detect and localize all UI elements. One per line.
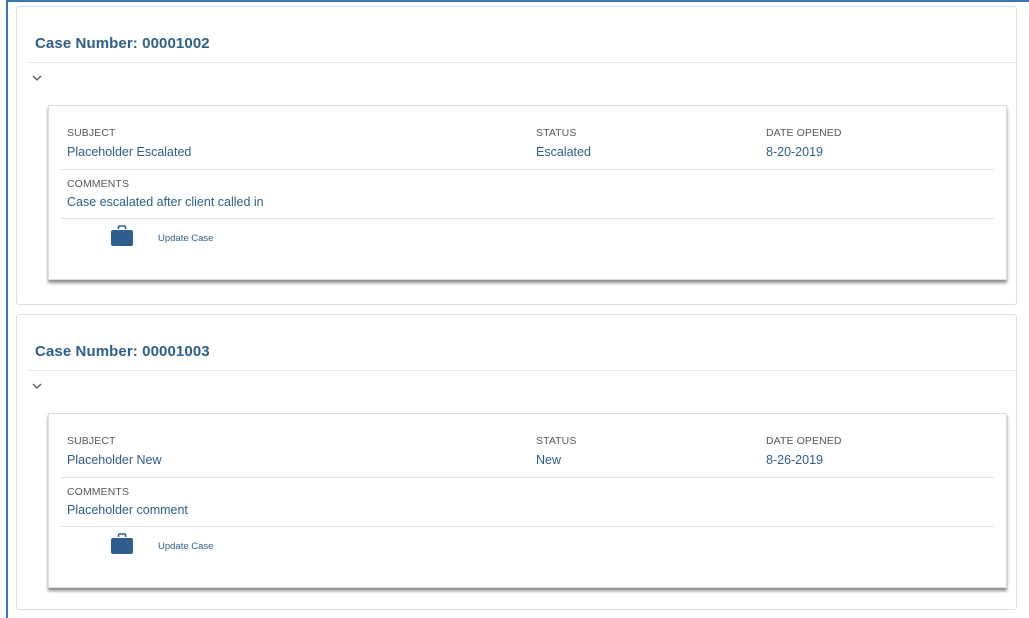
divider xyxy=(27,370,1016,371)
status-value: New xyxy=(536,453,562,467)
window-top-border xyxy=(6,0,1029,2)
date-opened-value: 8-26-2019 xyxy=(766,453,823,467)
case-panel: Case Number: 00001002 SUBJECT Placeholde… xyxy=(16,6,1017,305)
comments-value: Case escalated after client called in xyxy=(67,195,264,209)
chevron-down-icon[interactable] xyxy=(32,73,42,83)
chevron-down-icon[interactable] xyxy=(32,381,42,391)
case-panel: Case Number: 00001003 SUBJECT Placeholde… xyxy=(16,314,1017,610)
status-value: Escalated xyxy=(536,145,591,159)
window-left-border xyxy=(6,0,8,618)
briefcase-icon[interactable] xyxy=(110,533,134,555)
update-case-button[interactable]: Update Case xyxy=(158,233,213,244)
date-opened-value: 8-20-2019 xyxy=(766,145,823,159)
date-opened-label: DATE OPENED xyxy=(766,435,842,447)
briefcase-icon[interactable] xyxy=(110,225,134,247)
comments-value: Placeholder comment xyxy=(67,503,188,517)
comments-label: COMMENTS xyxy=(67,178,130,190)
divider xyxy=(27,62,1016,63)
subject-value: Placeholder New xyxy=(67,453,162,467)
divider xyxy=(61,218,994,219)
divider xyxy=(61,169,994,170)
case-detail-card: SUBJECT Placeholder Escalated STATUS Esc… xyxy=(48,105,1007,280)
subject-label: SUBJECT xyxy=(67,127,116,139)
divider xyxy=(61,526,994,527)
date-opened-label: DATE OPENED xyxy=(766,127,842,139)
subject-value: Placeholder Escalated xyxy=(67,145,192,159)
comments-label: COMMENTS xyxy=(67,486,130,498)
update-case-button[interactable]: Update Case xyxy=(158,541,213,552)
case-title: Case Number: 00001002 xyxy=(35,35,210,52)
case-title: Case Number: 00001003 xyxy=(35,343,210,360)
subject-label: SUBJECT xyxy=(67,435,116,447)
case-detail-card: SUBJECT Placeholder New STATUS New DATE … xyxy=(48,413,1007,588)
divider xyxy=(61,477,994,478)
status-label: STATUS xyxy=(536,127,577,139)
status-label: STATUS xyxy=(536,435,577,447)
